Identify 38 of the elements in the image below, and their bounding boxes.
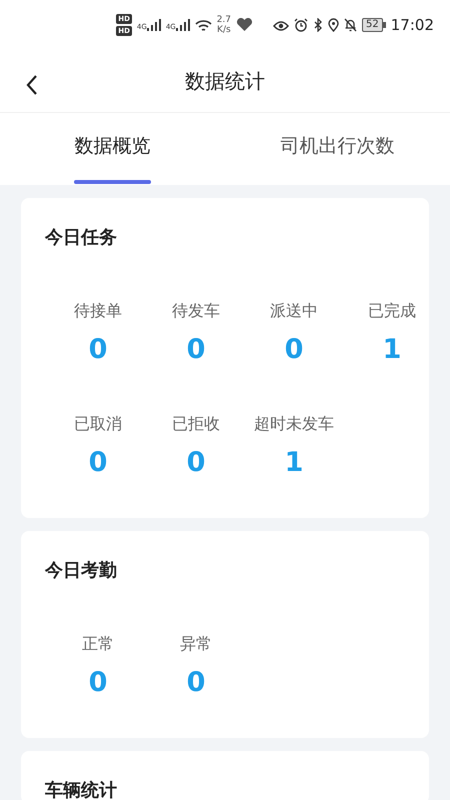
stat-value: 0 bbox=[88, 667, 108, 699]
back-icon bbox=[26, 74, 38, 96]
tab[interactable]: 数据概览 bbox=[0, 113, 225, 185]
wifi-icon bbox=[194, 18, 212, 32]
page-title: 数据统计 bbox=[185, 68, 265, 95]
clock-time: 17:02 bbox=[390, 14, 434, 36]
stat-value: 0 bbox=[284, 334, 304, 366]
stat-label: 超时未发车 bbox=[254, 414, 334, 434]
stat-value: 0 bbox=[186, 667, 206, 699]
stat-label: 异常 bbox=[180, 634, 212, 654]
stat-value: 1 bbox=[284, 447, 304, 479]
muted-bell-icon bbox=[344, 18, 358, 32]
signal-icon bbox=[146, 19, 161, 31]
battery-level: 52 bbox=[362, 18, 383, 32]
card-title: 今日任务 bbox=[44, 226, 118, 250]
location-icon bbox=[328, 18, 340, 32]
card-title: 车辆统计 bbox=[44, 779, 118, 800]
stat-label: 待接单 bbox=[74, 301, 122, 321]
tab[interactable]: 司机出行次数 bbox=[225, 113, 450, 185]
stat-label: 已完成 bbox=[368, 301, 416, 321]
stat-value: 0 bbox=[186, 334, 206, 366]
stat-label: 已取消 bbox=[74, 414, 122, 434]
heart-icon bbox=[236, 18, 254, 32]
stat-value: 0 bbox=[186, 447, 206, 479]
signal-icon bbox=[176, 19, 190, 31]
speed-value: 2.7 bbox=[216, 15, 232, 25]
stat-value: 1 bbox=[382, 334, 402, 366]
battery-tip-icon bbox=[382, 22, 386, 28]
stat-label: 已拒收 bbox=[172, 414, 220, 434]
stat-value: 0 bbox=[88, 447, 108, 479]
stat-value: 0 bbox=[88, 334, 108, 366]
bluetooth-icon bbox=[313, 18, 324, 32]
card-title: 今日考勤 bbox=[44, 559, 118, 583]
stat-label: 待发车 bbox=[172, 301, 220, 321]
speed-unit: K/s bbox=[217, 25, 231, 35]
stat-label: 正常 bbox=[82, 634, 114, 654]
stat-label: 派送中 bbox=[270, 301, 318, 321]
alarm-icon bbox=[294, 18, 308, 32]
